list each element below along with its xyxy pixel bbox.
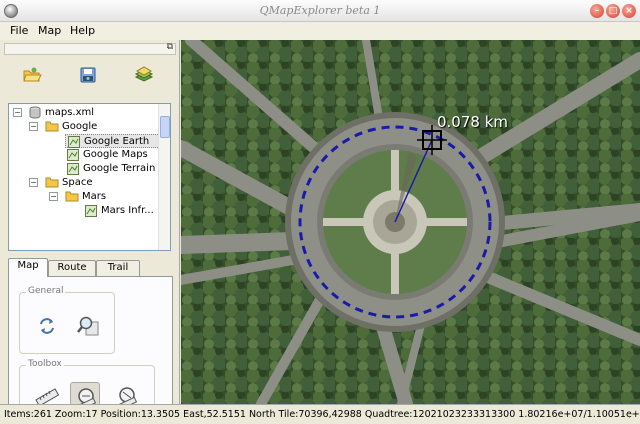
tab-map[interactable]: Map	[8, 258, 48, 277]
close-button[interactable]: ×	[622, 4, 636, 18]
refresh-button[interactable]	[32, 311, 62, 341]
dock-title-bar: ⧉	[4, 42, 176, 55]
tree-item-label: Mars Infr...	[101, 205, 154, 216]
tree-item-label: Google Earth	[84, 136, 150, 147]
tree-item-label: Space	[62, 177, 93, 188]
tree-expander[interactable]: −	[29, 178, 38, 187]
map-tree-view[interactable]: − maps.xml − Google Google Earth Google …	[8, 103, 171, 251]
tree-item-google-earth[interactable]: Google Earth	[65, 134, 160, 148]
menu-file[interactable]: File	[10, 24, 28, 37]
find-location-button[interactable]	[74, 311, 104, 341]
tree-expander[interactable]: −	[29, 122, 38, 131]
map-icon	[85, 205, 97, 222]
title-bar[interactable]: QMapExplorer beta 1 – □ ×	[0, 0, 640, 22]
left-dock-panel: ⧉ − maps.xml − Google Google Earth Googl…	[0, 40, 180, 424]
open-folder-icon[interactable]	[22, 66, 42, 84]
map-tab-panel: General Toolbox	[8, 276, 173, 424]
folder-icon	[45, 176, 59, 193]
map-canvas[interactable]: 0.078 km	[181, 40, 640, 404]
satellite-map	[181, 40, 640, 404]
status-bar: Items:261 Zoom:17 Position:13.3505 East,…	[0, 404, 640, 424]
folder-icon	[65, 190, 79, 207]
tree-item-label: Google Maps	[83, 149, 148, 160]
tree-item-label: maps.xml	[45, 107, 95, 118]
status-text: Items:261 Zoom:17 Position:13.3505 East,…	[4, 409, 640, 420]
menu-help[interactable]: Help	[70, 24, 95, 37]
resize-grip-icon[interactable]: ⋰	[628, 410, 637, 420]
menu-map[interactable]: Map	[38, 24, 61, 37]
tab-route[interactable]: Route	[48, 260, 96, 276]
tab-bar: Map Route Trail	[8, 258, 173, 277]
window-title: QMapExplorer beta 1	[259, 4, 381, 17]
minimize-button[interactable]: –	[590, 4, 604, 18]
tree-expander[interactable]: −	[49, 192, 58, 201]
maximize-button[interactable]: □	[606, 4, 620, 18]
refresh-icon	[40, 318, 54, 334]
tree-item-label: Google	[62, 121, 98, 132]
tree-item-label: Google Terrain	[83, 163, 156, 174]
tree-scrollbar[interactable]	[158, 104, 170, 250]
tree-item-label: Mars	[82, 191, 107, 202]
search-location-icon	[77, 316, 99, 336]
general-group: General	[19, 286, 115, 354]
layers-icon[interactable]	[134, 66, 154, 84]
folder-icon	[45, 120, 59, 137]
toolbox-group-title: Toolbox	[26, 359, 64, 369]
dock-float-icon[interactable]: ⧉	[167, 42, 173, 52]
tree-expander[interactable]: −	[13, 108, 22, 117]
distance-label: 0.078 km	[437, 113, 509, 131]
menu-bar: File Map Help	[0, 22, 640, 40]
general-group-title: General	[26, 286, 66, 296]
save-icon[interactable]	[78, 66, 98, 84]
tab-trail[interactable]: Trail	[96, 260, 140, 276]
scrollbar-thumb[interactable]	[160, 116, 170, 138]
